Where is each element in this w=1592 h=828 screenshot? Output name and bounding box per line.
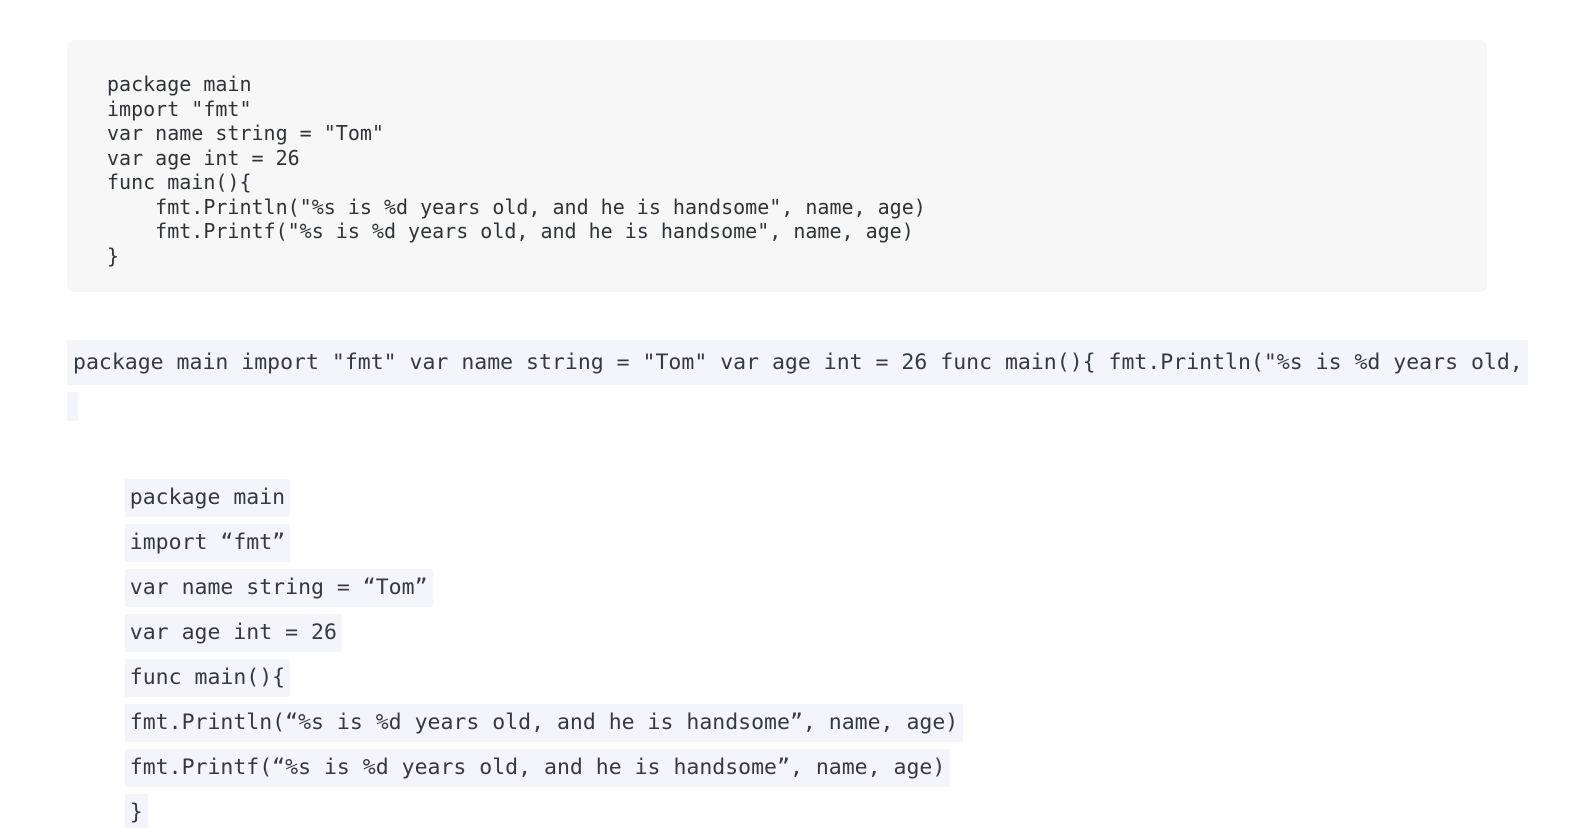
code-line-list: package main import “fmt” var name strin…	[67, 431, 1547, 828]
code-line-text: fmt.Println(“%s is %d years old, and he …	[124, 704, 964, 742]
code-line: package main	[67, 431, 1547, 517]
code-line-text: import “fmt”	[124, 524, 291, 562]
code-block-content: package main import "fmt" var name strin…	[107, 72, 926, 268]
code-line-text: var name string = “Tom”	[124, 569, 433, 607]
code-line-text: package main	[124, 479, 291, 517]
code-line-text: func main(){	[124, 659, 291, 697]
code-line-text: }	[124, 794, 148, 828]
overflow-code-line: package main import "fmt" var name strin…	[67, 340, 1528, 385]
blank-highlighted-line	[67, 392, 78, 421]
code-line-text: fmt.Printf(“%s is %d years old, and he i…	[124, 749, 951, 787]
code-line-text: var age int = 26	[124, 614, 342, 652]
page-root: package main import "fmt" var name strin…	[0, 0, 1592, 828]
overflow-code-line-text: package main import "fmt" var name strin…	[67, 340, 1528, 385]
code-block: package main import "fmt" var name strin…	[67, 40, 1487, 292]
